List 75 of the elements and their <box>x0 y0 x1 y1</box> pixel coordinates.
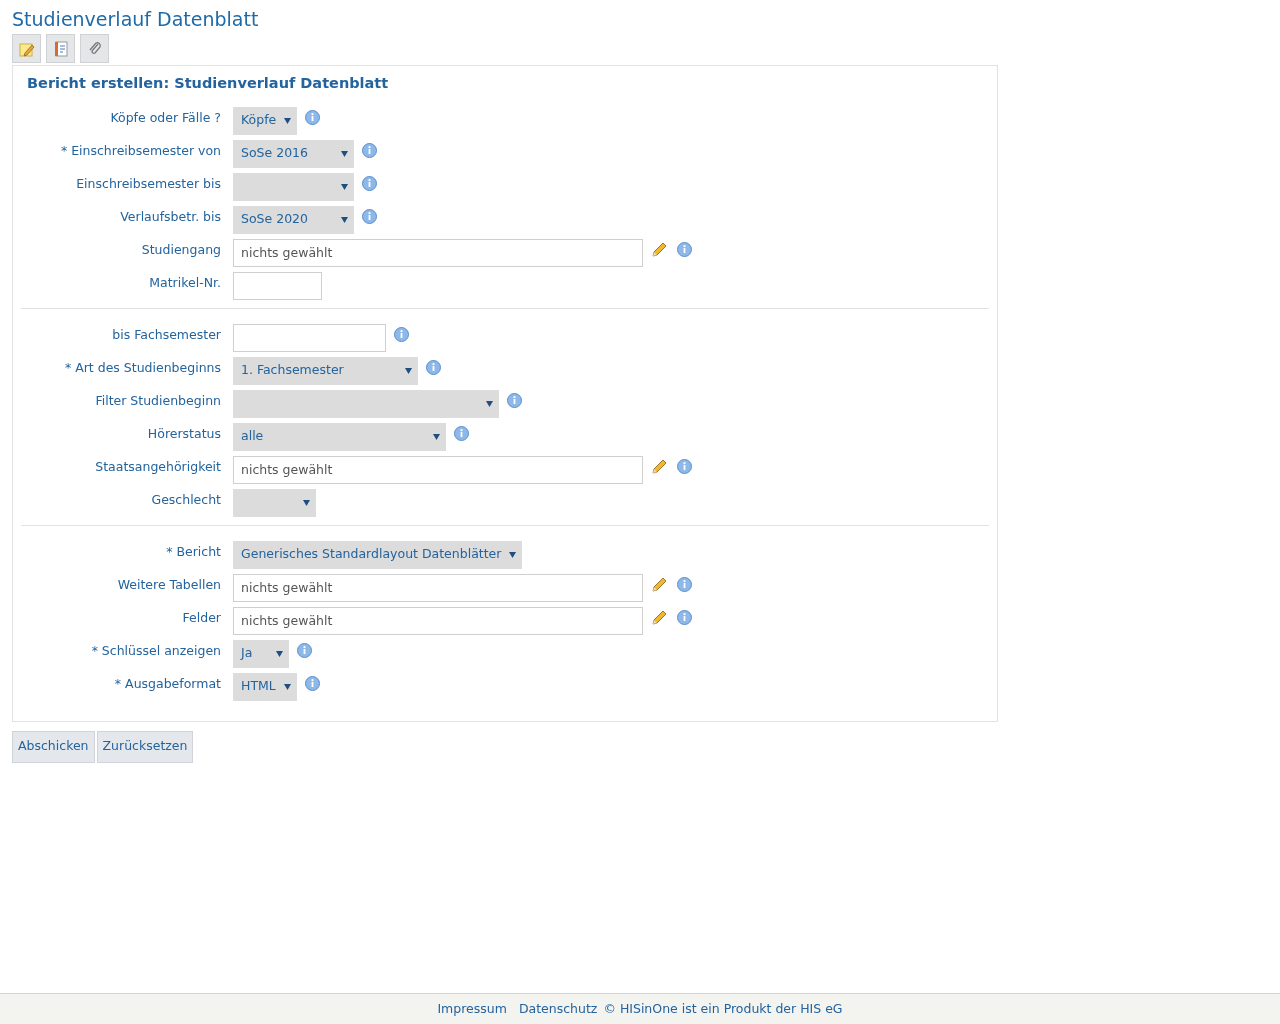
info-icon[interactable] <box>677 609 692 625</box>
footer-link[interactable]: Impressum <box>437 999 507 1019</box>
field-label: Weitere Tabellen <box>116 575 221 594</box>
info-icon[interactable] <box>305 109 321 125</box>
caret-icon <box>509 551 517 558</box>
field-label: * Einschreibsemester von <box>59 141 221 160</box>
dropdown[interactable]: 1. Fachsemester <box>233 356 418 385</box>
caret-icon <box>303 499 310 506</box>
info-icon[interactable] <box>677 241 692 257</box>
info-icon[interactable] <box>677 576 692 592</box>
dropdown[interactable] <box>233 172 354 201</box>
field-label: Matrikel-Nr. <box>148 273 221 292</box>
field-label: * Bericht <box>165 542 221 561</box>
input-field[interactable]: nichts gewählt <box>233 455 643 484</box>
dropdown[interactable]: HTML <box>233 672 297 701</box>
field-label: Einschreibsemester bis <box>75 174 221 193</box>
info-icon[interactable] <box>677 458 692 474</box>
field-label: Studiengang <box>140 240 221 259</box>
input-field[interactable]: nichts gewählt <box>233 238 643 267</box>
info-icon[interactable] <box>507 392 522 408</box>
toolbar-button[interactable] <box>46 34 75 63</box>
footer-link[interactable]: Datenschutz <box>518 999 598 1019</box>
caret-icon <box>284 683 291 690</box>
field-label: bis Fachsemester <box>111 325 221 344</box>
info-icon[interactable] <box>454 425 469 441</box>
caret-icon <box>405 367 412 374</box>
caret-icon <box>276 650 283 657</box>
dropdown[interactable]: SoSe 2020 <box>233 205 354 234</box>
field-label: Geschlecht <box>150 490 221 509</box>
field-label: Hörerstatus <box>146 424 221 443</box>
form-button[interactable]: Abschicken <box>12 730 95 763</box>
dropdown[interactable]: Köpfe <box>233 106 298 135</box>
caret-icon <box>341 183 348 190</box>
dropdown[interactable]: Generisches Standardlayout Datenblätter <box>233 540 523 569</box>
info-icon[interactable] <box>362 142 377 158</box>
page-title: Studienverlauf Datenblatt <box>12 7 260 32</box>
field-label: Felder <box>181 608 221 627</box>
form-heading: Bericht erstellen: Studienverlauf Datenblatt <box>26 74 390 93</box>
caret-icon <box>284 117 292 124</box>
input-field[interactable] <box>233 323 386 352</box>
info-icon[interactable] <box>297 642 312 658</box>
input-field[interactable]: nichts gewählt <box>233 573 643 602</box>
info-icon[interactable] <box>394 326 409 342</box>
caret-icon <box>341 150 348 157</box>
info-icon[interactable] <box>362 208 377 224</box>
pencil-icon[interactable] <box>651 576 667 593</box>
field-label: * Art des Studienbeginns <box>63 358 221 377</box>
field-label: Staatsangehörigkeit <box>94 457 221 476</box>
copyright-text: © HISinOne ist ein Produkt der HIS eG <box>603 999 843 1018</box>
field-label: Verlaufsbetr. bis <box>119 207 221 226</box>
pencil-icon[interactable] <box>651 609 667 626</box>
dropdown[interactable]: alle <box>233 422 446 451</box>
caret-icon <box>433 433 440 440</box>
input-field[interactable]: nichts gewählt <box>233 606 643 635</box>
dropdown[interactable]: SoSe 2016 <box>233 139 354 168</box>
note-pencil-icon <box>18 40 35 57</box>
input-field[interactable] <box>233 271 322 300</box>
info-icon[interactable] <box>426 359 441 375</box>
field-label: * Schlüssel anzeigen <box>90 641 221 660</box>
field-label: Filter Studienbeginn <box>94 391 221 410</box>
toolbar-button[interactable] <box>12 34 41 63</box>
caret-icon <box>486 400 493 407</box>
pencil-icon[interactable] <box>651 241 667 258</box>
info-icon[interactable] <box>305 675 320 691</box>
caret-icon <box>341 216 348 223</box>
notebook-icon <box>52 40 69 57</box>
dropdown[interactable] <box>233 389 499 418</box>
field-label: Köpfe oder Fälle ? <box>109 108 221 127</box>
form-button[interactable]: Zurücksetzen <box>96 730 194 763</box>
pencil-icon[interactable] <box>651 458 667 475</box>
dropdown[interactable]: Ja <box>233 639 289 668</box>
dropdown[interactable] <box>233 488 316 517</box>
toolbar-button[interactable] <box>80 34 109 63</box>
field-label: * Ausgabeformat <box>113 674 221 693</box>
info-icon[interactable] <box>362 175 377 191</box>
